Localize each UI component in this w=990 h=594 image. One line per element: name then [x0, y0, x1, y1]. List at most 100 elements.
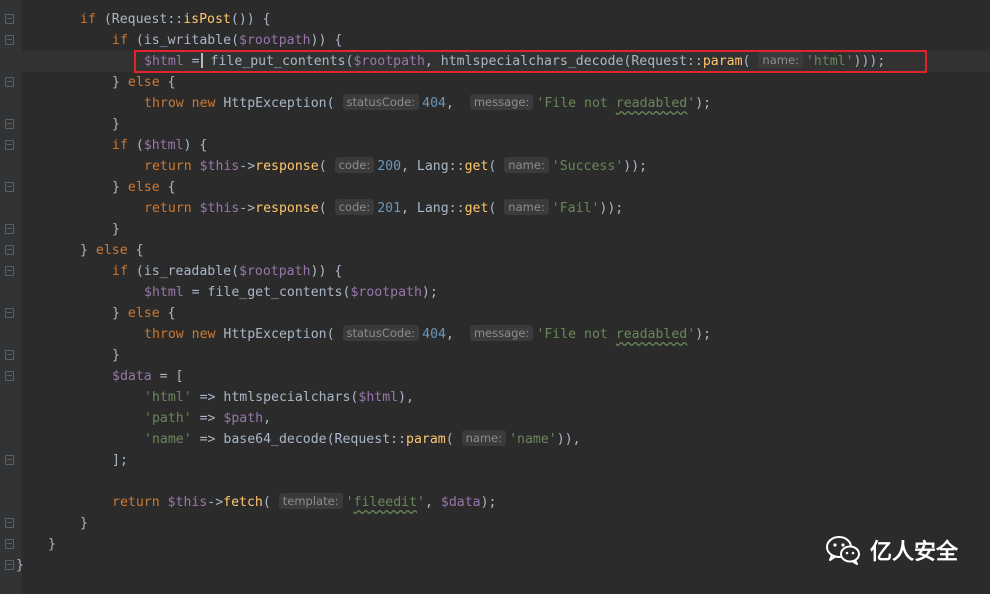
- code-text: }: [112, 345, 120, 366]
- code-line[interactable]: } else {: [0, 72, 990, 93]
- code-token: 'Success': [551, 159, 624, 174]
- code-token: 404: [422, 96, 446, 111]
- code-text: throw new HttpException( statusCode: 404,…: [144, 93, 711, 114]
- code-token: 'name': [509, 432, 557, 447]
- code-token: get: [464, 201, 489, 216]
- code-token: return: [144, 159, 200, 174]
- code-token: );: [695, 96, 712, 111]
- code-token: 'File not: [536, 96, 616, 111]
- code-token: fetch: [223, 495, 263, 510]
- code-token: ,: [263, 411, 272, 426]
- code-line[interactable]: 'html' => htmlspecialchars($html),: [0, 387, 990, 408]
- code-token: $html: [143, 138, 184, 153]
- code-token: );: [695, 327, 712, 342]
- code-line[interactable]: if (is_readable($rootpath)) {: [0, 261, 990, 282]
- code-token: throw new: [144, 96, 224, 111]
- code-text: if (is_writable($rootpath)) {: [112, 30, 342, 51]
- code-token: if: [112, 138, 136, 153]
- code-token: ->: [207, 495, 224, 510]
- code-token: , Lang::: [401, 201, 465, 216]
- code-token: {: [167, 75, 176, 90]
- code-token: readabled: [615, 96, 688, 111]
- code-token: else: [127, 306, 168, 321]
- code-text: }: [16, 555, 24, 576]
- code-line[interactable]: throw new HttpException( statusCode: 404,…: [0, 93, 990, 114]
- code-line[interactable]: }: [0, 114, 990, 135]
- parameter-hint: name:: [504, 157, 549, 173]
- code-text: return $this->response( code: 200, Lang::…: [144, 156, 647, 177]
- watermark: 亿人安全: [825, 534, 958, 566]
- code-token: {: [167, 180, 176, 195]
- code-token: $html: [358, 390, 399, 405]
- code-token: (Request::: [103, 12, 184, 27]
- code-line[interactable]: }: [0, 219, 990, 240]
- code-line[interactable]: $html = file_get_contents($rootpath);: [0, 282, 990, 303]
- code-token: $this: [199, 159, 240, 174]
- code-line[interactable]: }: [0, 345, 990, 366]
- code-token: ,: [425, 495, 441, 510]
- code-token: (is_readable(: [135, 264, 240, 279]
- code-text: throw new HttpException( statusCode: 404,…: [144, 324, 711, 345]
- code-token: ->: [239, 201, 256, 216]
- code-line[interactable]: 'name' => base64_decode(Request::param( …: [0, 429, 990, 450]
- code-token: (: [262, 495, 279, 510]
- code-line[interactable]: if (is_writable($rootpath)) {: [0, 30, 990, 51]
- parameter-hint: template:: [278, 493, 343, 509]
- code-line[interactable]: } else {: [0, 303, 990, 324]
- code-text: }: [112, 114, 120, 135]
- code-text: } else {: [112, 303, 176, 324]
- code-token: get: [464, 159, 489, 174]
- code-text: } else {: [80, 240, 144, 261]
- watermark-text: 亿人安全: [869, 540, 958, 565]
- code-line[interactable]: if ($html) {: [0, 135, 990, 156]
- code-token: }: [80, 516, 88, 531]
- code-text: } else {: [112, 177, 176, 198]
- code-token: (: [318, 201, 335, 216]
- code-line[interactable]: return $this->response( code: 200, Lang::…: [0, 156, 990, 177]
- code-token: => base64_decode(Request::: [199, 432, 407, 447]
- code-line[interactable]: ];: [0, 450, 990, 471]
- code-line[interactable]: return $this->fetch( template:'fileedit'…: [0, 492, 990, 513]
- code-token: if: [112, 264, 136, 279]
- code-text: 'html' => htmlspecialchars($html),: [144, 387, 414, 408]
- parameter-hint: name:: [461, 430, 507, 446]
- code-token: $rootpath: [239, 264, 311, 279]
- code-line[interactable]: if (Request::isPost()) {: [0, 9, 990, 30]
- code-text: return $this->response( code: 201, Lang::…: [144, 198, 623, 219]
- code-text: }: [80, 513, 88, 534]
- code-token: $rootpath: [350, 285, 422, 300]
- code-text: if (is_readable($rootpath)) {: [112, 261, 342, 282]
- code-token: ),: [398, 390, 414, 405]
- code-token: ()) {: [230, 12, 271, 27]
- code-token: $this: [199, 201, 240, 216]
- code-token: $html: [144, 285, 192, 300]
- code-token: ));: [599, 201, 624, 216]
- code-text: $html = file_get_contents($rootpath);: [144, 282, 438, 303]
- code-token: , Lang::: [401, 159, 465, 174]
- code-token: ));: [623, 159, 648, 174]
- code-token: (: [488, 201, 505, 216]
- code-token: $data: [440, 495, 481, 510]
- code-text: $data = [: [112, 366, 183, 387]
- code-line[interactable]: [0, 471, 990, 492]
- code-line[interactable]: 'path' => $path,: [0, 408, 990, 429]
- code-line[interactable]: $data = [: [0, 366, 990, 387]
- code-editor[interactable]: if (Request::isPost()) {if (is_writable(…: [0, 0, 990, 594]
- code-token: ,: [445, 327, 470, 342]
- code-token: if: [80, 12, 104, 27]
- code-token: }: [112, 117, 120, 132]
- code-text: return $this->fetch( template:'fileedit'…: [112, 492, 496, 513]
- code-line[interactable]: return $this->response( code: 201, Lang::…: [0, 198, 990, 219]
- parameter-hint: statusCode:: [342, 325, 420, 341]
- code-text: ];: [112, 450, 128, 471]
- code-line[interactable]: } else {: [0, 240, 990, 261]
- code-token: );: [480, 495, 497, 510]
- code-token: }: [112, 306, 128, 321]
- code-line[interactable]: }: [0, 513, 990, 534]
- code-line[interactable]: throw new HttpException( statusCode: 404,…: [0, 324, 990, 345]
- code-token: 'name': [144, 432, 200, 447]
- code-token: ) {: [183, 138, 208, 153]
- code-token: ,: [445, 96, 470, 111]
- code-line[interactable]: } else {: [0, 177, 990, 198]
- parameter-hint: code:: [334, 199, 375, 215]
